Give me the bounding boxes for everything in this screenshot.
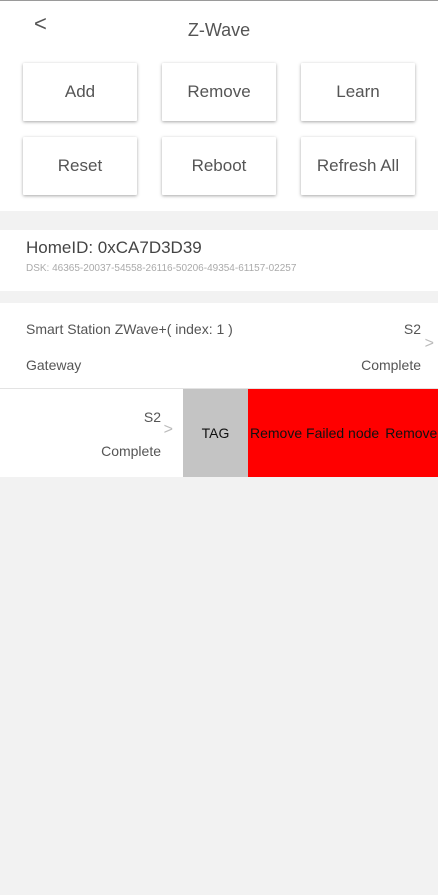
add-button[interactable]: Add: [23, 63, 137, 121]
home-id: HomeID: 0xCA7D3D39: [26, 238, 202, 257]
device-status: Complete: [361, 357, 421, 373]
learn-button[interactable]: Learn: [301, 63, 415, 121]
page-title: Z-Wave: [187, 20, 251, 40]
device-row-gateway[interactable]: Smart Station ZWave+( index: 1 ) Gateway…: [0, 303, 438, 389]
action-row-1: Add Remove Learn: [23, 63, 415, 121]
action-row-2: Reset Reboot Refresh All: [23, 137, 415, 195]
device-type: Gateway: [26, 357, 82, 373]
dsk-code: DSK: 46365-20037-54558-26116-50206-49354…: [26, 263, 297, 274]
remove-failed-node-button[interactable]: Remove Failed node: [248, 389, 380, 477]
reboot-button[interactable]: Reboot: [162, 137, 276, 195]
header-bar: < Z-Wave: [0, 1, 438, 49]
section-gap: [0, 211, 438, 230]
refresh-all-button[interactable]: Refresh All: [301, 137, 415, 195]
remove-button[interactable]: Remove: [162, 63, 276, 121]
section-gap-2: [0, 291, 438, 303]
chevron-right-icon: >: [424, 335, 434, 352]
action-buttons-panel: Add Remove Learn Reset Reboot Refresh Al…: [0, 49, 438, 211]
device-security: S2: [403, 321, 421, 337]
device-name: Smart Station ZWave+( index: 1 ): [26, 321, 233, 337]
device-row-swiped[interactable]: S2 > Complete TAG Remove Failed node Rem…: [0, 389, 438, 477]
device-security: S2: [143, 409, 161, 425]
swiped-row-content[interactable]: S2 > Complete: [0, 389, 183, 477]
chevron-right-icon: >: [163, 421, 173, 438]
reset-button[interactable]: Reset: [23, 137, 137, 195]
tag-action-button[interactable]: TAG: [183, 389, 248, 477]
remove-node-button[interactable]: Remove: [379, 389, 438, 477]
home-info: HomeID: 0xCA7D3D39 DSK: 46365-20037-5455…: [0, 230, 438, 291]
device-status: Complete: [101, 443, 161, 459]
